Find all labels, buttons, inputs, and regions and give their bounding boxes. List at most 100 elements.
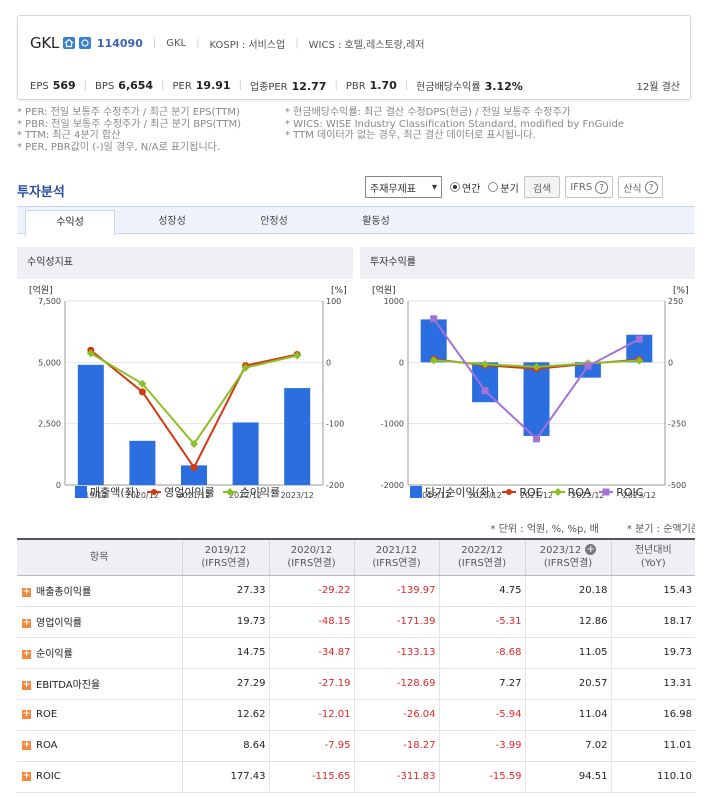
table-row: + ROE 12.62 -12.01 -26.04 -5.94 11.04 16.98: [17, 699, 695, 731]
search-button[interactable]: 검색: [523, 176, 561, 198]
section-title: 투자분석: [17, 185, 65, 200]
legend-item: ROE: [502, 486, 543, 499]
column-header: 전년대비 (YoY): [610, 538, 695, 576]
row-label[interactable]: + 순이익률: [17, 637, 182, 669]
kpi-per: PER 19.91: [172, 79, 231, 92]
bar: [129, 440, 156, 485]
table-cell: 94.51: [524, 761, 611, 793]
y-tick-label: -2000: [381, 481, 404, 490]
table-cell: -171.39: [353, 606, 439, 638]
table-header-row: 항목 2019/12 (IFRS연결) 2020/12 (IFRS연결) 2021/12(…: [17, 538, 695, 576]
table-cell: 20.18: [524, 575, 611, 607]
table-row: + 영업이익률 19.73 -48.15 -171.39 -5.31 12.86 18.17: [17, 606, 695, 638]
data-point: [481, 387, 489, 395]
profitability-panel: 수익성지표 [억원] [%] 7,500 5,000 2,500 0 100 0 -100 -20…: [17, 247, 353, 507]
y-tick-label: 5,000: [38, 358, 61, 367]
table-cell: 16.98: [610, 699, 695, 731]
data-point: [190, 463, 198, 471]
expand-icon[interactable]: +: [22, 680, 31, 690]
kpi-bps: BPS 6,654: [95, 79, 154, 92]
table-row: + ROIC 177.43 -115.65 -311.83 -15.59 94.51 110.…: [17, 761, 695, 793]
column-header: 2022/12 (IFRS연결): [438, 538, 525, 576]
row-label[interactable]: + 매출총이익률: [17, 575, 182, 607]
panel-title: 투자수익률: [360, 247, 695, 279]
wics-sector: WICS : 호텔,레스토랑,레저: [308, 39, 425, 51]
home-icon[interactable]: [62, 37, 75, 49]
chevron-down-icon: ▾: [431, 181, 437, 193]
table-cell: 12.86: [524, 606, 611, 638]
chart-legend-right: 당기순이익(좌) ROE ROA ROIC: [410, 484, 643, 500]
table-cell: -18.27: [353, 730, 439, 762]
formula-help-button[interactable]: 산식?: [618, 176, 663, 198]
y-tick-label-right: 0: [326, 358, 331, 367]
market-sector: KOSPI : 서비스업: [209, 39, 286, 51]
table-cell: -311.83: [353, 761, 439, 793]
radio-quarter[interactable]: 분기: [488, 180, 519, 195]
tab-profitability[interactable]: 수익성: [25, 210, 115, 236]
expand-icon[interactable]: +: [22, 740, 31, 750]
table-cell: -115.65: [268, 761, 354, 793]
expand-icon[interactable]: +: [22, 771, 31, 781]
table-cell: 7.27: [438, 668, 525, 700]
table-cell: 18.17: [610, 606, 695, 638]
expand-icon[interactable]: +: [22, 709, 31, 719]
tab-stability[interactable]: 안정성: [229, 210, 319, 235]
footnotes-left: * PER: 전일 보통주 수정주가 / 최근 분기 EPS(TTM) * PB…: [17, 107, 242, 153]
table-cell: -8.68: [438, 637, 525, 669]
kpi-row: EPS 569 | BPS 6,654 | PER 19.91 | 업종PER 12.77 | …: [30, 79, 523, 93]
statement-select[interactable]: 주재무제표 ▾: [365, 176, 442, 198]
y-tick-label-right: -100: [326, 420, 344, 429]
table-cell: 4.75: [438, 575, 525, 607]
expand-icon[interactable]: +: [22, 587, 31, 597]
table-cell: 14.75: [181, 637, 269, 669]
table-row: + EBITDA마진율 27.29 -27.19 -128.69 7.27 20.57 13.…: [17, 668, 695, 700]
bar: [77, 364, 104, 485]
data-point: [430, 315, 438, 323]
y-tick-label-right: -500: [668, 481, 686, 490]
row-label[interactable]: + ROIC: [17, 761, 182, 793]
expand-icon[interactable]: +: [22, 618, 31, 628]
table-cell: 8.64: [181, 730, 269, 762]
table-cell: 110.10: [610, 761, 695, 793]
series-line: [90, 349, 298, 470]
bar: [284, 388, 311, 485]
ifrs-help-button[interactable]: IFRS?: [565, 176, 614, 198]
table-cell: 27.33: [181, 575, 269, 607]
question-icon: ?: [644, 180, 658, 194]
table-cell: 19.73: [610, 637, 695, 669]
column-header: 항목: [17, 538, 182, 576]
panel-title: 수익성지표: [17, 247, 353, 279]
legend-item: ROIC: [599, 486, 643, 499]
y-tick-label-right: 250: [668, 297, 683, 306]
row-label[interactable]: + ROE: [17, 699, 182, 731]
row-label[interactable]: + ROA: [17, 730, 182, 762]
y-tick-label: 2,500: [38, 420, 61, 429]
table-cell: -5.94: [438, 699, 525, 731]
ir-icon[interactable]: [78, 37, 91, 49]
row-label[interactable]: + 영업이익률: [17, 606, 182, 638]
table-cell: -7.95: [268, 730, 354, 762]
profitability-table: 항목 2019/12 (IFRS연결) 2020/12 (IFRS연결) 2021/12(…: [17, 538, 695, 793]
company-short-name: GKL: [166, 37, 187, 49]
right-axis-unit: [%]: [331, 286, 347, 296]
table-row: + 매출총이익률 27.33 -29.22 -139.97 4.75 20.18 15.43: [17, 575, 695, 607]
expand-icon[interactable]: +: [22, 649, 31, 659]
table-cell: 15.43: [610, 575, 695, 607]
y-tick-label: 7,500: [38, 297, 61, 306]
row-label[interactable]: + EBITDA마진율: [17, 668, 182, 700]
data-point: [138, 388, 146, 396]
column-header: 2023/12 + (IFRS연결): [524, 538, 611, 576]
add-column-icon[interactable]: +: [585, 544, 597, 556]
table-cell: 27.29: [181, 668, 269, 700]
legend-item: 영업이익률: [147, 484, 215, 500]
radio-annual[interactable]: 연간: [450, 180, 480, 195]
kpi-eps: EPS 569: [30, 79, 76, 92]
tab-growth[interactable]: 성장성: [127, 210, 217, 235]
tab-activity[interactable]: 활동성: [331, 210, 421, 235]
table-cell: 20.57: [524, 668, 611, 700]
table-cell: -29.22: [268, 575, 354, 607]
table-cell: -12.01: [268, 699, 354, 731]
table-cell: -3.99: [438, 730, 525, 762]
data-point: [635, 335, 643, 343]
table-cell: -26.04: [353, 699, 439, 731]
